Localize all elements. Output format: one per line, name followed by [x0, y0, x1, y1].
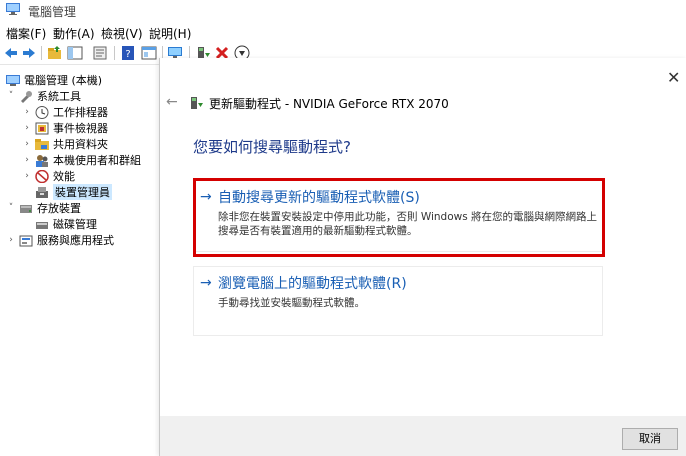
tree-label: 工作排程器 — [53, 106, 108, 119]
tree-label: 服務與應用程式 — [37, 234, 114, 247]
users-icon — [36, 154, 48, 167]
chevron-right-icon[interactable]: › — [6, 235, 16, 245]
chevron-right-icon[interactable]: › — [22, 123, 32, 133]
help-icon[interactable]: ? — [120, 45, 136, 61]
clock-icon — [35, 105, 49, 119]
arrow-right-icon: → — [200, 275, 212, 291]
shared-folder-icon — [35, 138, 49, 150]
tree-item-performance[interactable]: › 效能 — [22, 168, 75, 184]
tree-label: 系統工具 — [37, 90, 81, 103]
computer-management-icon — [6, 74, 20, 86]
toolbar-separator — [114, 46, 115, 60]
menu-action[interactable]: 動作(A) — [53, 25, 95, 42]
tree-label: 電腦管理 (本機) — [24, 74, 103, 87]
forward-arrow-icon[interactable] — [21, 45, 37, 61]
tree-item-root[interactable]: 電腦管理 (本機) — [3, 72, 102, 88]
chevron-down-icon[interactable]: ˅ — [6, 91, 16, 101]
close-icon[interactable]: ✕ — [667, 68, 680, 87]
tree-label: 本機使用者和群組 — [53, 154, 141, 167]
back-arrow-icon[interactable]: ← — [166, 94, 178, 110]
tree-item-event-viewer[interactable]: › 事件檢視器 — [22, 120, 108, 136]
tree-label: 磁碟管理 — [53, 218, 97, 231]
window-title: 電腦管理 — [28, 5, 77, 19]
cancel-button[interactable]: 取消 — [622, 428, 678, 450]
update-driver-dialog: ✕ ← 更新驅動程式 - NVIDIA GeForce RTX 2070 您要如… — [159, 58, 686, 456]
storage-icon — [20, 204, 32, 213]
tree-label: 裝置管理員 — [53, 184, 112, 200]
disk-icon — [36, 221, 48, 229]
tree-item-system-tools[interactable]: ˅ 系統工具 — [6, 88, 81, 104]
dialog-footer: 取消 — [160, 416, 686, 456]
folder-up-icon[interactable] — [47, 45, 63, 61]
browse-title[interactable]: 瀏覽電腦上的驅動程式軟體(R) — [218, 273, 407, 293]
chevron-right-icon[interactable]: › — [22, 171, 32, 181]
console-icon[interactable] — [141, 45, 157, 61]
svg-text:?: ? — [125, 49, 130, 60]
tree-label: 事件檢視器 — [53, 122, 108, 135]
menu-file[interactable]: 檔案(F) — [6, 25, 46, 42]
menu-help[interactable]: 說明(H) — [149, 25, 191, 42]
tree-item-local-users[interactable]: › 本機使用者和群組 — [22, 152, 141, 168]
menu-view[interactable]: 檢視(V) — [101, 25, 143, 42]
update-driver-icon — [191, 97, 203, 109]
back-arrow-icon[interactable] — [3, 45, 19, 61]
menu-bar: 檔案(F) 動作(A) 檢視(V) 說明(H) — [0, 22, 686, 42]
performance-icon — [35, 169, 49, 183]
tools-icon — [21, 90, 32, 103]
device-manager-icon — [36, 186, 48, 198]
dialog-title: 更新驅動程式 - NVIDIA GeForce RTX 2070 — [209, 97, 449, 111]
chevron-right-icon[interactable]: › — [22, 107, 32, 117]
computer-management-icon — [6, 3, 20, 15]
tree-label: 效能 — [53, 170, 75, 183]
properties-icon[interactable] — [92, 45, 108, 61]
tree-item-disk-management[interactable]: 磁碟管理 — [22, 216, 97, 232]
show-tree-icon[interactable] — [67, 45, 83, 61]
chevron-right-icon[interactable]: › — [22, 139, 32, 149]
highlight-box — [193, 178, 605, 257]
tree-label: 共用資料夾 — [53, 138, 108, 151]
event-viewer-icon — [35, 122, 49, 134]
console-tree: 電腦管理 (本機) ˅ 系統工具 › 工作排程器 › 事件檢視器 › 共用資料夾… — [0, 66, 161, 456]
tree-item-services[interactable]: › 服務與應用程式 — [6, 232, 114, 248]
tree-item-shared-folders[interactable]: › 共用資料夾 — [22, 136, 108, 152]
browse-description: 手動尋找並安裝驅動程式軟體。 — [218, 297, 365, 309]
services-icon — [19, 235, 33, 246]
toolbar-separator — [41, 46, 42, 60]
chevron-right-icon[interactable]: › — [22, 155, 32, 165]
browse-option[interactable]: → 瀏覽電腦上的驅動程式軟體(R) 手動尋找並安裝驅動程式軟體。 — [193, 266, 603, 336]
title-bar: 電腦管理 — [0, 0, 686, 22]
dialog-question: 您要如何搜尋驅動程式? — [193, 138, 351, 156]
tree-item-storage[interactable]: ˅ 存放裝置 — [6, 200, 81, 216]
tree-item-device-manager[interactable]: 裝置管理員 — [22, 184, 112, 200]
tree-label: 存放裝置 — [37, 202, 81, 215]
chevron-down-icon[interactable]: ˅ — [6, 203, 16, 213]
tree-item-task-scheduler[interactable]: › 工作排程器 — [22, 104, 108, 120]
